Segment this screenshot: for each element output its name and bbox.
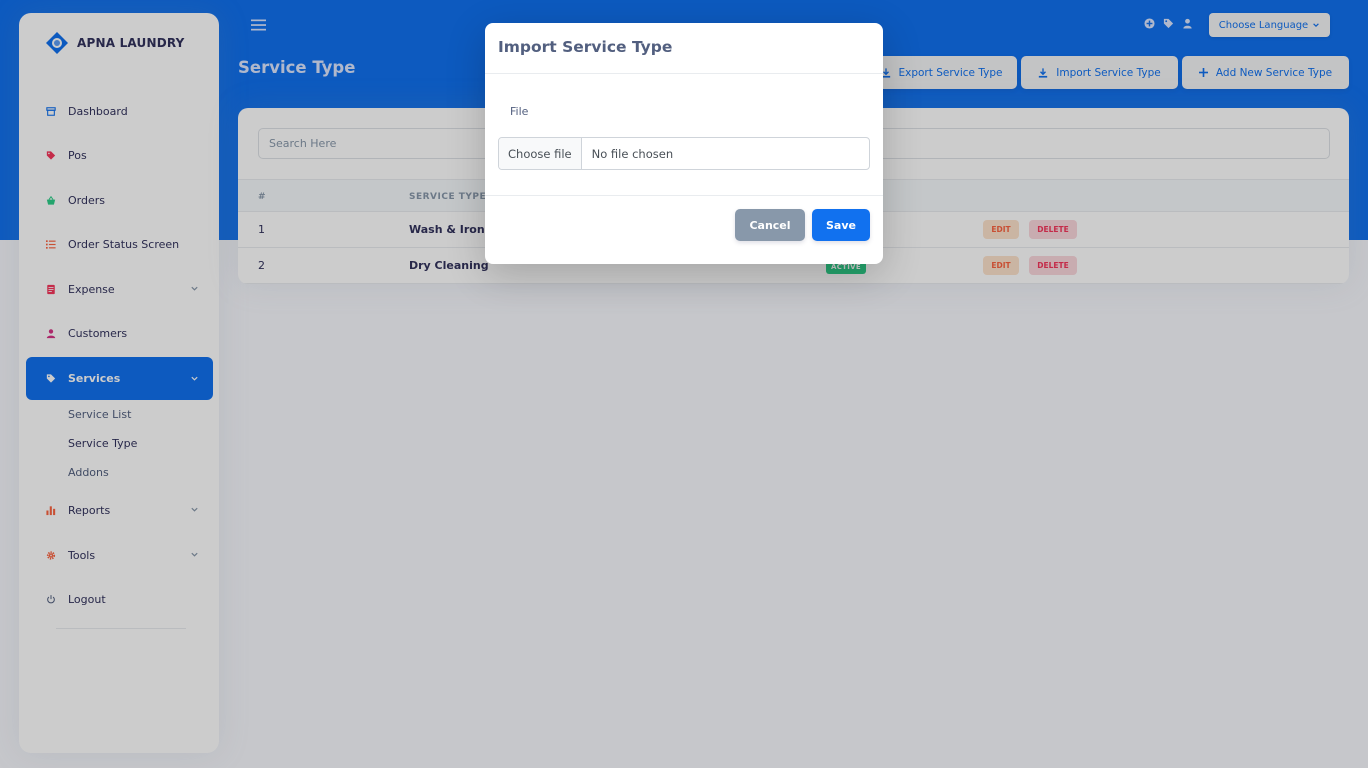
- import-service-type-modal: Import Service Type File Choose file No …: [485, 23, 883, 264]
- modal-title: Import Service Type: [498, 38, 673, 56]
- file-status: No file chosen: [591, 146, 674, 161]
- file-label: File: [510, 105, 529, 118]
- choose-file-button[interactable]: Choose file: [499, 138, 582, 169]
- save-button[interactable]: Save: [812, 209, 870, 241]
- file-input[interactable]: Choose file No file chosen: [498, 137, 870, 170]
- modal-divider: [485, 73, 883, 74]
- modal-divider: [485, 195, 883, 196]
- cancel-button[interactable]: Cancel: [735, 209, 805, 241]
